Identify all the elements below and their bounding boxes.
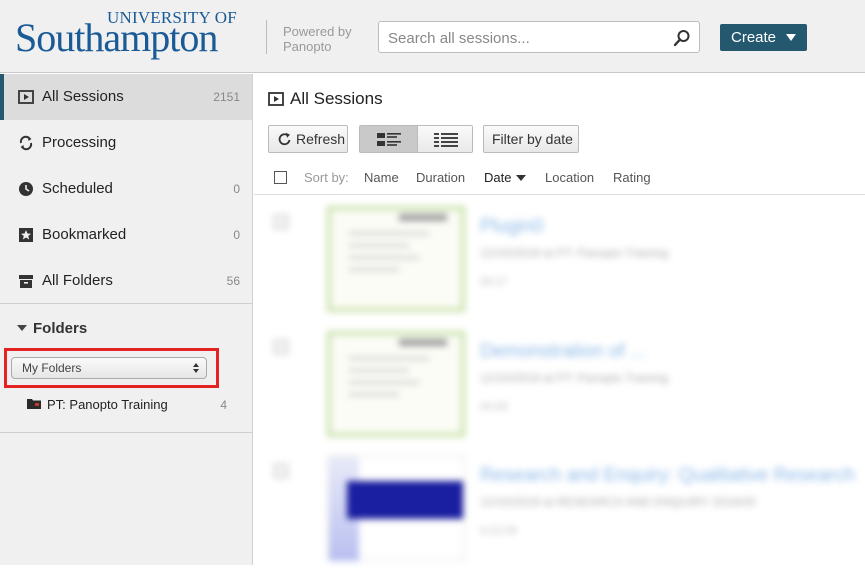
powered-by-line: Powered by	[283, 24, 352, 39]
session-title[interactable]: Plugin0	[480, 216, 543, 238]
session-thumbnail[interactable]	[327, 331, 465, 437]
search-icon[interactable]	[673, 29, 691, 47]
session-thumbnail[interactable]	[327, 206, 465, 312]
processing-icon	[19, 135, 33, 151]
sidebar-item-all-folders[interactable]: All Folders 56	[0, 258, 252, 304]
sort-rating[interactable]: Rating	[613, 170, 651, 185]
session-row[interactable]: Plugin0 12/10/2019 at PT: Panopto Traini…	[254, 206, 865, 326]
sidebar: All Sessions 2151 Processing Scheduled 0…	[0, 74, 253, 565]
caret-down-icon	[786, 34, 796, 41]
header-divider	[266, 20, 267, 54]
sort-bar: Sort by: Name Duration Date Location Rat…	[254, 164, 865, 195]
folders-toggle[interactable]: Folders	[17, 320, 87, 337]
sort-date-label: Date	[484, 170, 512, 185]
thumbnail-bar	[399, 214, 447, 221]
archive-icon	[19, 275, 33, 288]
session-checkbox[interactable]	[274, 340, 288, 354]
sidebar-item-count: 0	[233, 228, 240, 242]
sidebar-item-count: 0	[233, 182, 240, 196]
sidebar-item-label: Scheduled	[42, 180, 113, 197]
clock-icon	[19, 182, 33, 196]
refresh-icon	[278, 132, 291, 146]
filter-by-date-button[interactable]: Filter by date	[483, 125, 579, 153]
sidebar-item-label: All Folders	[42, 272, 113, 289]
folders-heading: Folders	[33, 320, 88, 337]
session-duration: 00:09	[480, 401, 508, 413]
sidebar-item-label: Processing	[42, 134, 117, 151]
select-arrows-icon	[193, 363, 199, 373]
session-meta: 12/10/2019 at PT: Panopto Training	[480, 246, 669, 260]
sidebar-item-processing[interactable]: Processing	[0, 120, 252, 166]
list-view-icon	[377, 133, 401, 146]
sessions-icon	[18, 90, 34, 104]
thumbnail-lines	[349, 357, 429, 405]
sort-duration[interactable]: Duration	[416, 170, 465, 185]
session-title[interactable]: Demonstration of ...	[480, 341, 646, 363]
folder-select[interactable]: My Folders	[11, 357, 207, 379]
session-title[interactable]: Research and Enquiry: Qualitative Resear…	[480, 465, 855, 487]
session-checkbox[interactable]	[274, 464, 288, 478]
select-all-checkbox[interactable]	[274, 171, 287, 184]
list-view-button[interactable]	[360, 126, 417, 152]
sidebar-item-bookmarked[interactable]: Bookmarked 0	[0, 212, 252, 258]
session-row[interactable]: Research and Enquiry: Qualitative Resear…	[254, 455, 865, 575]
session-thumbnail[interactable]	[327, 455, 465, 561]
caret-down-icon	[17, 325, 27, 331]
sort-name[interactable]: Name	[364, 170, 399, 185]
sort-date[interactable]: Date	[484, 170, 527, 185]
detail-view-button[interactable]	[417, 126, 472, 152]
session-meta: 12/10/2019 at RESEARCH AND ENQUIRY 2019/…	[480, 495, 756, 509]
session-checkbox[interactable]	[274, 215, 288, 229]
page-title: All Sessions	[268, 89, 383, 109]
logo-southampton[interactable]: Southampton	[15, 14, 218, 61]
divider	[0, 432, 252, 433]
folder-select-value: My Folders	[22, 361, 82, 375]
folder-icon	[27, 399, 41, 409]
session-duration: 0:22:09	[480, 525, 517, 537]
sort-location[interactable]: Location	[545, 170, 594, 185]
view-toggle-group	[359, 125, 473, 153]
sidebar-item-all-sessions[interactable]: All Sessions 2151	[0, 74, 252, 120]
session-duration: 00:17	[480, 276, 508, 288]
folder-count: 4	[220, 398, 227, 412]
thumbnail-lines	[349, 232, 429, 280]
session-row[interactable]: Demonstration of ... 12/10/2019 at PT: P…	[254, 331, 865, 451]
thumbnail-bar	[399, 339, 447, 346]
create-label: Create	[731, 29, 777, 46]
sessions-icon	[268, 92, 284, 106]
filter-label: Filter by date	[492, 131, 573, 147]
search-box[interactable]	[378, 21, 700, 53]
powered-by-text: Powered by Panopto	[283, 24, 352, 54]
folder-item[interactable]: PT: Panopto Training 4	[27, 396, 233, 414]
thumbnail-block	[347, 481, 463, 519]
page-title-text: All Sessions	[290, 89, 383, 108]
sidebar-item-count: 2151	[213, 90, 240, 104]
folder-label: PT: Panopto Training	[47, 397, 168, 412]
caret-down-icon	[516, 175, 527, 181]
sort-by-label: Sort by:	[304, 170, 349, 185]
sidebar-item-label: All Sessions	[42, 88, 124, 105]
app-header: UNIVERSITY OF Southampton Powered by Pan…	[0, 0, 865, 73]
refresh-label: Refresh	[296, 131, 346, 147]
detail-view-icon	[434, 133, 458, 147]
main-content: All Sessions Refresh Filter by date Sort…	[254, 74, 865, 565]
sidebar-item-count: 56	[226, 274, 240, 288]
create-button[interactable]: Create	[720, 24, 807, 51]
sidebar-item-scheduled[interactable]: Scheduled 0	[0, 166, 252, 212]
search-input[interactable]	[388, 28, 658, 48]
panopto-line: Panopto	[283, 39, 332, 54]
divider	[0, 303, 252, 304]
session-meta: 12/10/2019 at PT: Panopto Training	[480, 371, 669, 385]
bookmark-icon	[19, 228, 33, 242]
refresh-button[interactable]: Refresh	[268, 125, 348, 153]
sidebar-item-label: Bookmarked	[42, 226, 127, 243]
